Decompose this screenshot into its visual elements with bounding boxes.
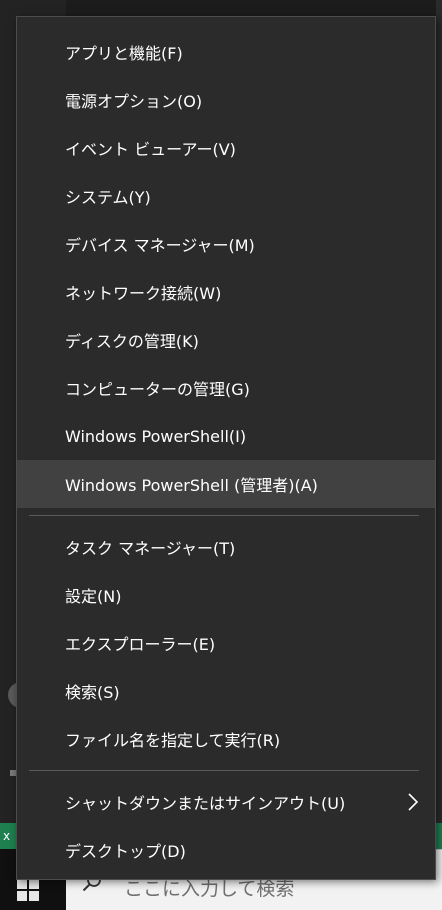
background-green-tile-right <box>436 823 442 849</box>
menu-item-network-connections[interactable]: ネットワーク接続(W) <box>17 268 435 316</box>
menu-item-apps-and-features[interactable]: アプリと機能(F) <box>17 28 435 76</box>
chevron-right-icon <box>408 793 419 811</box>
menu-item-label: 検索(S) <box>65 683 120 702</box>
menu-item-label: 電源オプション(O) <box>65 92 203 111</box>
menu-item-computer-management[interactable]: コンピューターの管理(G) <box>17 364 435 412</box>
menu-item-run[interactable]: ファイル名を指定して実行(R) <box>17 715 435 763</box>
menu-item-label: デスクトップ(D) <box>65 842 186 861</box>
windows-logo-icon <box>17 879 39 901</box>
menu-separator <box>29 770 419 771</box>
menu-item-label: シャットダウンまたはサインアウト(U) <box>65 794 346 813</box>
menu-item-disk-management[interactable]: ディスクの管理(K) <box>17 316 435 364</box>
menu-item-label: Windows PowerShell(I) <box>65 426 247 446</box>
background-green-tile: x <box>0 823 16 849</box>
menu-item-search[interactable]: 検索(S) <box>17 667 435 715</box>
menu-item-label: システム(Y) <box>65 188 151 207</box>
menu-item-settings[interactable]: 設定(N) <box>17 571 435 619</box>
menu-item-label: アプリと機能(F) <box>65 44 183 63</box>
menu-item-label: タスク マネージャー(T) <box>65 539 236 558</box>
menu-item-event-viewer[interactable]: イベント ビューアー(V) <box>17 124 435 172</box>
menu-item-label: 設定(N) <box>65 587 122 606</box>
menu-item-label: Windows PowerShell (管理者)(A) <box>65 476 318 495</box>
menu-separator <box>29 515 419 516</box>
menu-item-label: ディスクの管理(K) <box>65 332 199 351</box>
menu-item-system[interactable]: システム(Y) <box>17 172 435 220</box>
menu-item-label: ファイル名を指定して実行(R) <box>65 731 281 750</box>
menu-item-task-manager[interactable]: タスク マネージャー(T) <box>17 523 435 571</box>
menu-item-powershell-admin[interactable]: Windows PowerShell (管理者)(A) <box>17 460 435 508</box>
menu-item-label: コンピューターの管理(G) <box>65 380 250 399</box>
menu-item-explorer[interactable]: エクスプローラー(E) <box>17 619 435 667</box>
menu-item-powershell[interactable]: Windows PowerShell(I) <box>17 412 435 460</box>
menu-item-label: イベント ビューアー(V) <box>65 140 236 159</box>
menu-item-shutdown-signout[interactable]: シャットダウンまたはサインアウト(U) <box>17 778 435 826</box>
menu-item-label: エクスプローラー(E) <box>65 635 216 654</box>
menu-item-label: デバイス マネージャー(M) <box>65 236 255 255</box>
menu-item-device-manager[interactable]: デバイス マネージャー(M) <box>17 220 435 268</box>
menu-item-desktop[interactable]: デスクトップ(D) <box>17 826 435 874</box>
desktop-background-right <box>436 0 442 825</box>
menu-item-label: ネットワーク接続(W) <box>65 284 222 303</box>
menu-item-power-options[interactable]: 電源オプション(O) <box>17 76 435 124</box>
winx-context-menu: アプリと機能(F) 電源オプション(O) イベント ビューアー(V) システム(… <box>16 16 436 880</box>
